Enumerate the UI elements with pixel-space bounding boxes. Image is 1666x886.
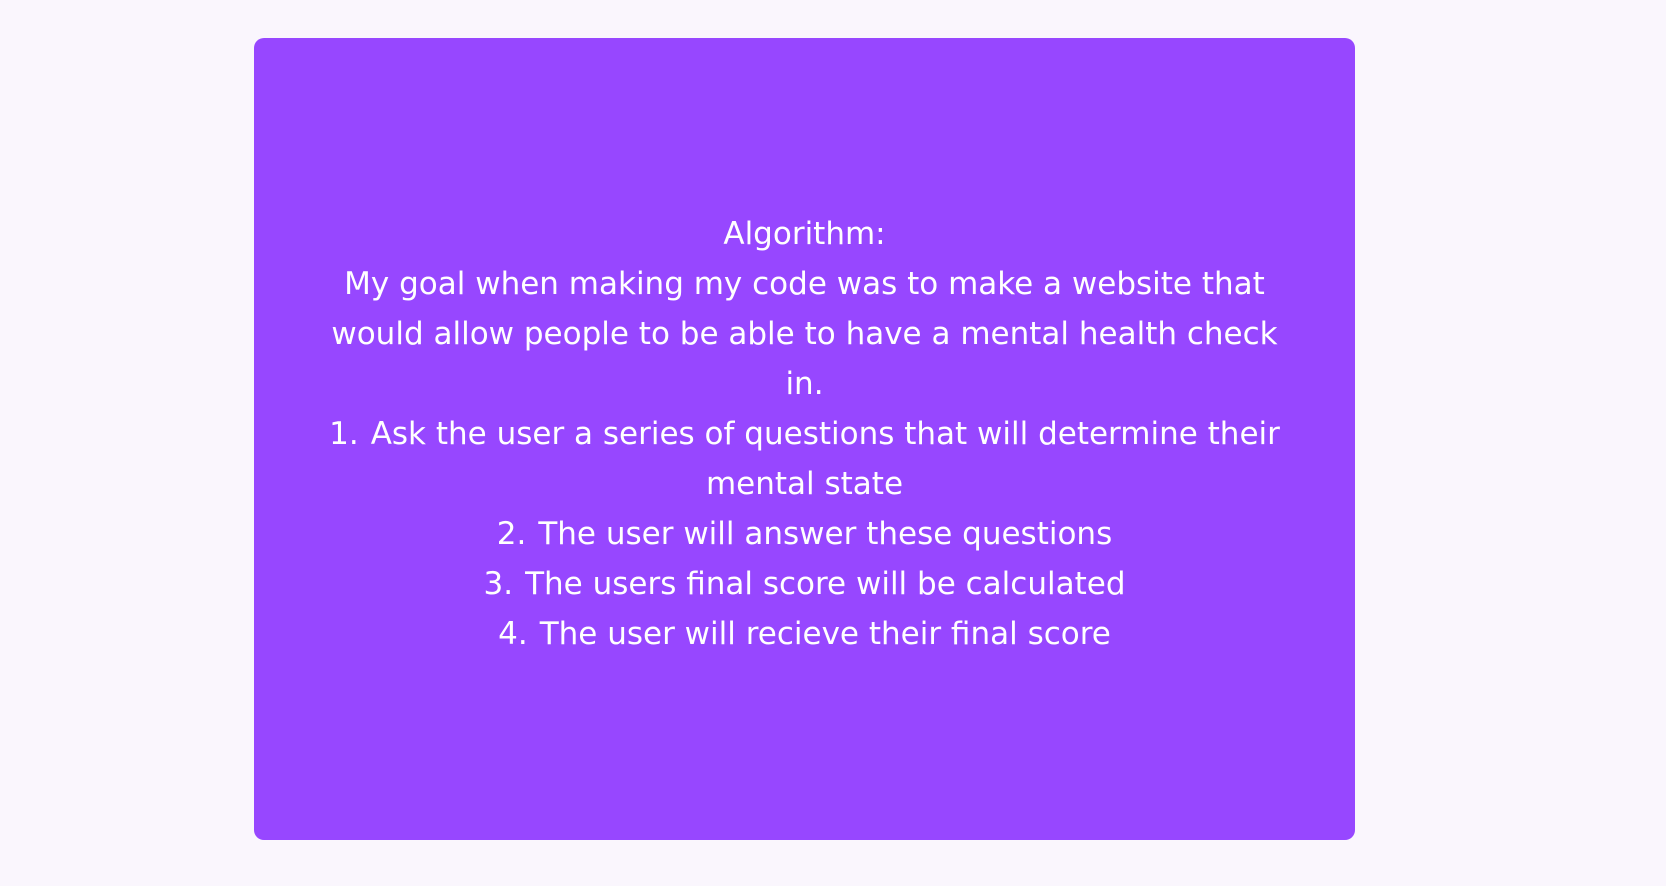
- steps-list: 1. Ask the user a series of questions tha…: [325, 409, 1285, 659]
- step-number: 3.: [483, 566, 514, 602]
- step-item-2: 2. The user will answer these questions: [325, 509, 1285, 559]
- step-text: The user will recieve their final score: [539, 616, 1111, 652]
- algorithm-card: Algorithm: My goal when making my code w…: [254, 38, 1355, 840]
- step-number: 2.: [496, 516, 527, 552]
- goal-paragraph: My goal when making my code was to make …: [331, 266, 1278, 402]
- step-item-1: 1. Ask the user a series of questions tha…: [325, 409, 1285, 509]
- algorithm-heading: Algorithm:: [723, 216, 886, 252]
- step-text: The users final score will be calculated: [525, 566, 1126, 602]
- step-text: The user will answer these questions: [538, 516, 1113, 552]
- card-content: Algorithm: My goal when making my code w…: [325, 209, 1285, 659]
- step-number: 4.: [498, 616, 528, 652]
- step-item-4: 4. The user will recieve their final scor…: [325, 609, 1285, 659]
- step-item-3: 3. The users final score will be calculat…: [325, 559, 1285, 609]
- step-text: Ask the user a series of questions that …: [370, 416, 1280, 502]
- step-number: 1.: [329, 416, 359, 452]
